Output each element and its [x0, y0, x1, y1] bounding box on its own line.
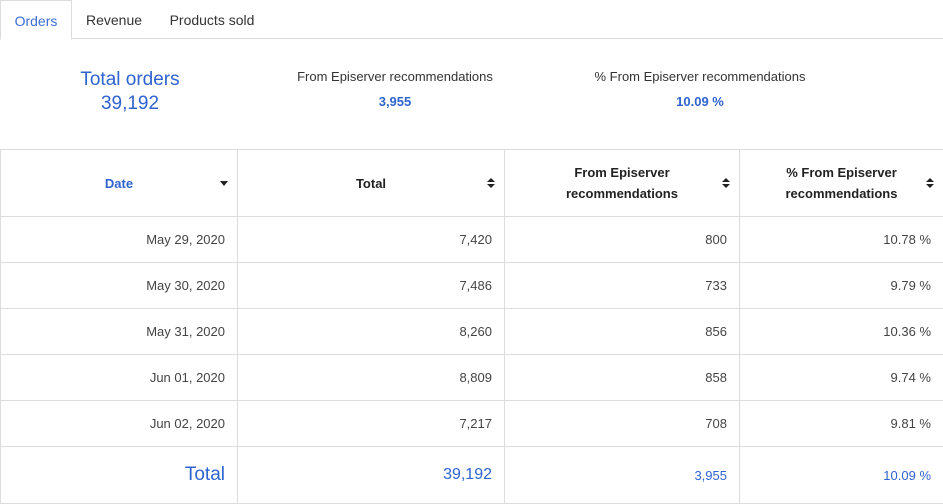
from-reco-value: 3,955 — [378, 94, 412, 109]
cell-pct: 10.78 % — [739, 216, 943, 263]
total-row-label: Total — [0, 446, 238, 504]
cell-total: 7,420 — [237, 216, 505, 263]
cell-reco: 708 — [504, 400, 740, 447]
cell-total: 8,809 — [237, 354, 505, 401]
column-header-from-reco[interactable]: From Episerver recommendations — [504, 149, 740, 217]
total-row-pct: 10.09 % — [739, 446, 943, 504]
cell-date: Jun 01, 2020 — [0, 354, 238, 401]
cell-reco: 858 — [504, 354, 740, 401]
table-header-row: Date Total From Episerver recommendation… — [0, 149, 943, 217]
tab-bar: Orders Revenue Products sold — [0, 0, 943, 40]
column-header-date-label: Date — [104, 175, 134, 191]
cell-date: May 30, 2020 — [0, 262, 238, 309]
total-row-reco: 3,955 — [504, 446, 740, 504]
total-orders-label: Total orders — [80, 69, 180, 90]
tab-orders[interactable]: Orders — [0, 0, 72, 40]
tab-revenue[interactable]: Revenue — [72, 0, 156, 39]
table-total-row: Total 39,192 3,955 10.09 % — [0, 446, 943, 504]
sort-icon — [722, 178, 730, 188]
cell-date: Jun 02, 2020 — [0, 400, 238, 447]
sort-icon — [487, 178, 495, 188]
column-header-total[interactable]: Total — [237, 149, 505, 217]
cell-date: May 29, 2020 — [0, 216, 238, 263]
column-header-pct-reco-label: % From Episerver recommendations — [785, 165, 898, 201]
column-header-from-reco-label: From Episerver recommendations — [566, 165, 678, 201]
sort-desc-icon — [220, 181, 228, 186]
cell-reco: 856 — [504, 308, 740, 355]
summary-from-recommendations: From Episerver recommendations 3,955 — [280, 58, 510, 112]
table-row: May 30, 2020 7,486 733 9.79 % — [0, 262, 943, 309]
total-row-total: 39,192 — [237, 446, 505, 504]
pct-reco-value: 10.09 % — [676, 94, 724, 109]
table-row: Jun 02, 2020 7,217 708 9.81 % — [0, 400, 943, 447]
cell-total: 7,217 — [237, 400, 505, 447]
cell-date: May 31, 2020 — [0, 308, 238, 355]
tab-products-sold[interactable]: Products sold — [156, 0, 268, 39]
cell-pct: 9.81 % — [739, 400, 943, 447]
cell-pct: 9.74 % — [739, 354, 943, 401]
cell-reco: 733 — [504, 262, 740, 309]
cell-total: 8,260 — [237, 308, 505, 355]
cell-pct: 10.36 % — [739, 308, 943, 355]
from-reco-label: From Episerver recommendations — [297, 69, 493, 84]
sort-icon — [926, 178, 934, 188]
cell-pct: 9.79 % — [739, 262, 943, 309]
column-header-date[interactable]: Date — [0, 149, 238, 217]
column-header-pct-reco[interactable]: % From Episerver recommendations — [739, 149, 943, 217]
column-header-total-label: Total — [355, 175, 387, 191]
summary-total-orders: Total orders 39,192 — [60, 67, 200, 115]
cell-total: 7,486 — [237, 262, 505, 309]
total-orders-value: 39,192 — [100, 93, 160, 114]
table-row: May 29, 2020 7,420 800 10.78 % — [0, 216, 943, 263]
cell-reco: 800 — [504, 216, 740, 263]
summary-pct-recommendations: % From Episerver recommendations 10.09 % — [580, 58, 820, 112]
pct-reco-label: % From Episerver recommendations — [594, 69, 806, 84]
orders-table: Date Total From Episerver recommendation… — [0, 149, 943, 504]
table-row: Jun 01, 2020 8,809 858 9.74 % — [0, 354, 943, 401]
table-row: May 31, 2020 8,260 856 10.36 % — [0, 308, 943, 355]
